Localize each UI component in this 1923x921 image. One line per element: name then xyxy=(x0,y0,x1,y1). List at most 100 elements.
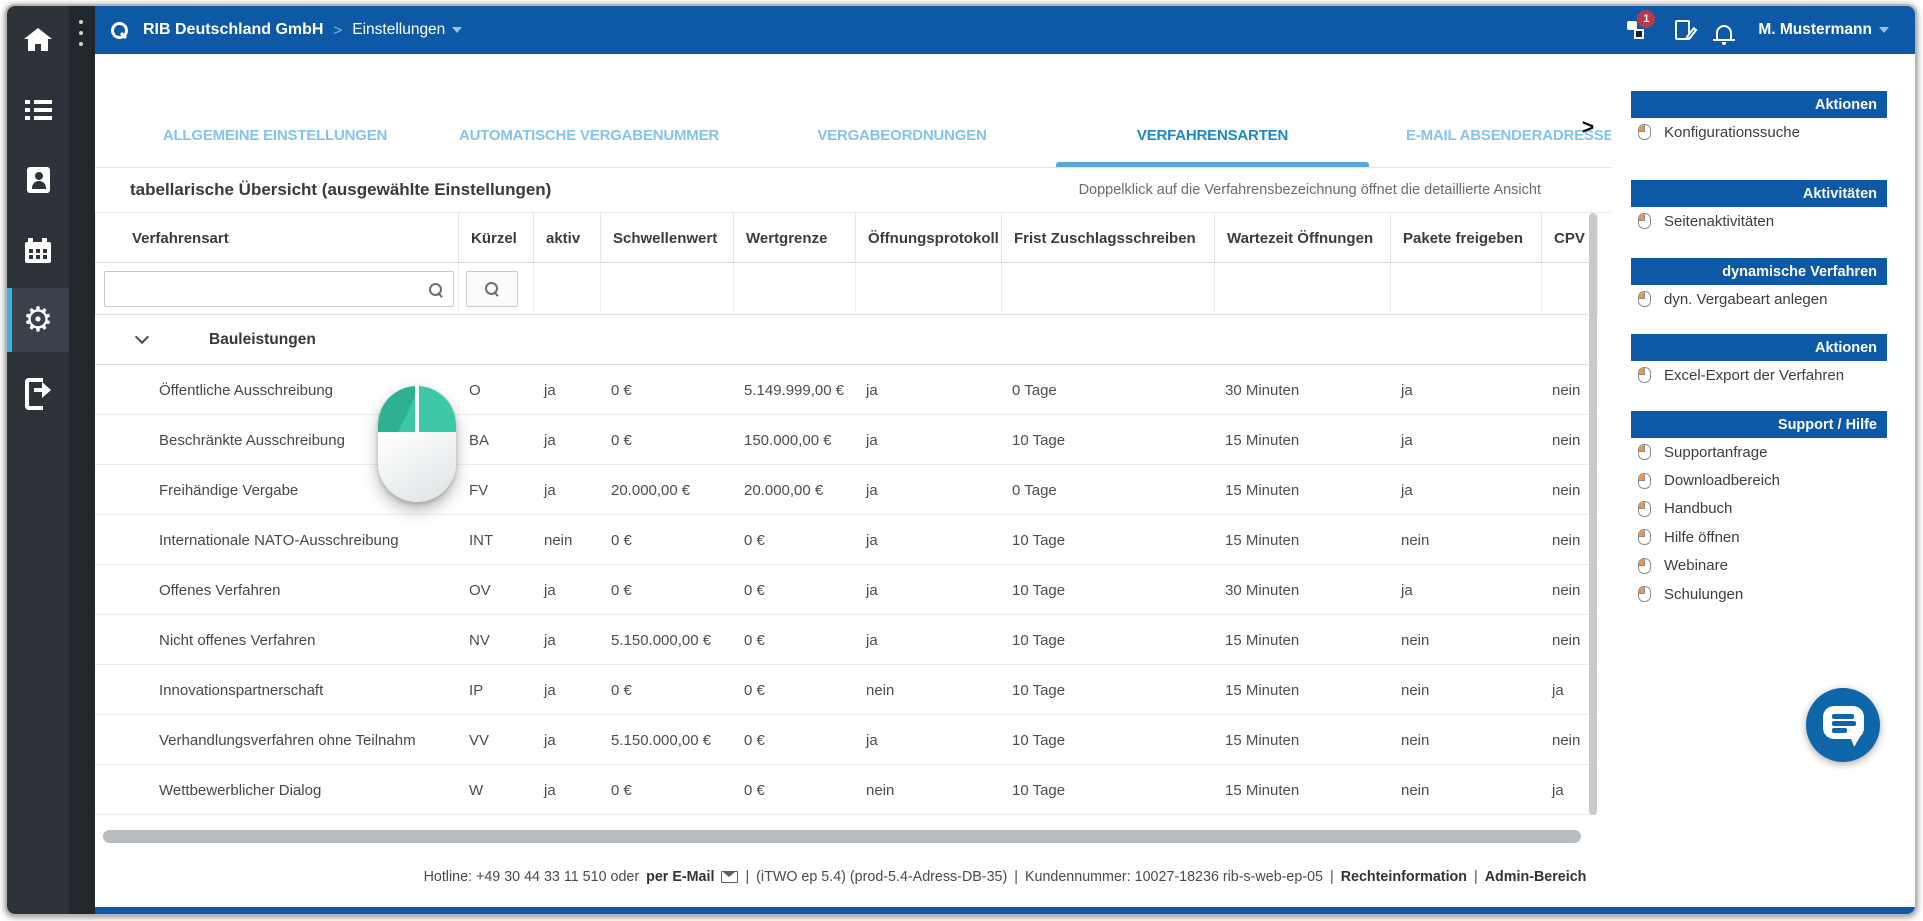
cell-verfahrensart: Wettbewerblicher Dialog xyxy=(159,781,322,799)
sidebar-strip xyxy=(69,6,95,914)
panel-item-label: Konfigurationssuche xyxy=(1664,123,1800,141)
home-icon xyxy=(24,28,52,52)
cell-öffnungsprotokoll: ja xyxy=(866,381,878,399)
footer-link-per-e-mail[interactable]: per E-Mail xyxy=(646,869,714,885)
chat-button[interactable] xyxy=(1806,688,1880,762)
cell-kürzel: IP xyxy=(469,681,484,699)
tab-scroll-right-arrow[interactable]: > xyxy=(1575,114,1601,144)
panel-item-dyn-vergabeart-anlegen[interactable]: dyn. Vergabeart anlegen xyxy=(1631,285,1887,313)
verfahrensart-filter-field[interactable] xyxy=(113,276,413,302)
footer-link-admin-bereich[interactable]: Admin-Bereich xyxy=(1485,869,1587,885)
search-icon[interactable] xyxy=(429,283,443,297)
breadcrumb-caret-icon[interactable] xyxy=(452,27,463,33)
filter-cell-pakete-freigeben xyxy=(1390,263,1541,315)
group-label: Bauleistungen xyxy=(209,330,316,348)
panel-item-label: Supportanfrage xyxy=(1664,443,1768,461)
filter-cell-wertgrenze xyxy=(733,263,855,315)
cell-pakete-freigeben: nein xyxy=(1401,531,1430,549)
sidebar: ⚙ xyxy=(7,6,69,914)
cell-pakete-freigeben: nein xyxy=(1401,681,1430,699)
panel-item-downloadbereich[interactable]: Downloadbereich xyxy=(1631,466,1887,494)
tab-automatische-vergabenummer[interactable]: AUTOMATISCHE VERGABENUMMER xyxy=(459,102,719,167)
panel-item-excel-export-der-verfahren[interactable]: Excel-Export der Verfahren xyxy=(1631,361,1887,389)
email-icon xyxy=(721,871,739,883)
kebab-menu-icon[interactable] xyxy=(79,20,84,53)
sidebar-item-list[interactable] xyxy=(7,78,69,142)
footer-link-rechteinformation[interactable]: Rechteinformation xyxy=(1341,869,1467,885)
cell-verfahrensart: Internationale NATO-Ausschreibung xyxy=(159,531,399,549)
sidebar-item-settings[interactable]: ⚙ xyxy=(7,288,69,352)
cell-öffnungsprotokoll: ja xyxy=(866,531,878,549)
table-title-row: tabellarische Übersicht (ausgewählte Ein… xyxy=(95,168,1611,213)
feedback-note-icon[interactable] xyxy=(1675,20,1698,41)
panel-item-label: Hilfe öffnen xyxy=(1664,528,1740,546)
cell-pakete-freigeben: nein xyxy=(1401,781,1430,799)
panel-item-webinare[interactable]: Webinare xyxy=(1631,552,1887,580)
kuerzel-filter-button[interactable] xyxy=(466,271,518,307)
address-book-icon xyxy=(26,167,50,193)
user-caret-icon xyxy=(1879,26,1889,33)
chevron-down-icon[interactable] xyxy=(134,329,150,344)
footer-text: | xyxy=(1014,869,1018,885)
cell-aktiv: ja xyxy=(544,781,556,799)
panel-item-supportanfrage[interactable]: Supportanfrage xyxy=(1631,438,1887,466)
table-body: Öffentliche Ausschreibung Oja 0 €5.149.999… xyxy=(95,365,1598,815)
tab-bar: ALLGEMEINE EINSTELLUNGEN AUTOMATISCHE VER… xyxy=(95,102,1611,168)
table-row-beschränkte-ausschreibung[interactable]: Beschränkte Ausschreibung BA ja 0 €150.000,… xyxy=(95,415,1598,465)
tab-vergabeordnungen[interactable]: VERGABEORDNUNGEN xyxy=(777,102,1027,167)
cell-wartezeit-öffnungen: 15 Minuten xyxy=(1225,481,1300,499)
cell-öffnungsprotokoll: ja xyxy=(866,631,878,649)
table-row-nicht-offenes-verfahren[interactable]: Nicht offenes Verfahren NV ja 5.150.000,00 … xyxy=(95,615,1598,665)
cell-schwellenwert: 5.150.000,00 € xyxy=(611,631,712,649)
cell-schwellenwert: 0 € xyxy=(611,531,632,549)
panel-item-seitenaktivitäten[interactable]: Seitenaktivitäten xyxy=(1631,207,1887,235)
apps-icon[interactable]: 1 xyxy=(1627,10,1656,41)
search-icon xyxy=(485,282,499,296)
verfahrensart-filter-input[interactable] xyxy=(104,271,454,307)
vertical-scrollbar[interactable] xyxy=(1589,213,1597,815)
breadcrumb-current[interactable]: Einstellungen xyxy=(352,21,445,39)
footer-text: | xyxy=(1329,869,1334,885)
sidebar-item-calendar[interactable] xyxy=(7,218,69,282)
tab-verfahrensarten[interactable]: VERFAHRENSARTEN xyxy=(1056,102,1369,167)
panel-item-label: Excel-Export der Verfahren xyxy=(1664,366,1845,384)
column-header-wartezeit-öffnungen: Wartezeit Öffnungen xyxy=(1214,213,1390,263)
user-menu[interactable]: M. Mustermann xyxy=(1758,21,1889,39)
table-row-verhandlungsverfahren-ohne-teilnahm[interactable]: Verhandlungsverfahren ohne Teilnahm VV ja 5… xyxy=(95,715,1598,765)
table-header-row: Verfahrensart Kürzel aktiv Schwellenwert Wer… xyxy=(95,213,1598,263)
table-row-offenes-verfahren[interactable]: Offenes Verfahren OV ja 0 € 0 € ja 10 Tage 30 M… xyxy=(95,565,1598,615)
cell-verfahrensart: Nicht offenes Verfahren xyxy=(159,631,316,649)
sidebar-item-home[interactable] xyxy=(7,8,69,72)
tab-allgemeine-einstellungen[interactable]: ALLGEMEINE EINSTELLUNGEN xyxy=(150,102,400,167)
cell-kürzel: FV xyxy=(469,481,489,499)
cell-aktiv: ja xyxy=(544,631,556,649)
cell-aktiv: ja xyxy=(544,431,556,449)
panel-item-schulungen[interactable]: Schulungen xyxy=(1631,580,1887,608)
panel-item-konfigurationssuche[interactable]: Konfigurationssuche xyxy=(1631,118,1887,146)
cell-verfahrensart: Verhandlungsverfahren ohne Teilnahm xyxy=(159,731,416,749)
table-row-internationale-nato-ausschreibung[interactable]: Internationale NATO-Ausschreibung INT nein… xyxy=(95,515,1598,565)
cell-pakete-freigeben: ja xyxy=(1401,481,1413,499)
table-row-wettbewerblicher-dialog[interactable]: Wettbewerblicher Dialog Wja 0 € 0 € nein 10 T… xyxy=(95,765,1598,815)
panel-item-hilfe-öffnen[interactable]: Hilfe öffnen xyxy=(1631,523,1887,551)
bell-icon[interactable] xyxy=(1713,24,1736,45)
notification-badge: 1 xyxy=(1637,10,1656,28)
panel-item-label: Handbuch xyxy=(1664,500,1733,518)
sidebar-item-logout[interactable] xyxy=(7,358,69,422)
table-row-freihändige-vergabe[interactable]: Freihändige Vergabe FV ja 20.000,00 €20.000… xyxy=(95,465,1598,515)
group-row-bauleistungen[interactable]: Bauleistungen xyxy=(95,315,1598,365)
cell-aktiv: ja xyxy=(544,681,556,699)
table-filter-row xyxy=(95,263,1598,315)
cell-kürzel: O xyxy=(469,381,481,399)
column-header-öffnungsprotokoll: Öffnungsprotokoll xyxy=(855,213,1001,263)
cell-wartezeit-öffnungen: 15 Minuten xyxy=(1225,781,1300,799)
table-row-innovationspartnerschaft[interactable]: Innovationspartnerschaft IP ja 0 € 0 € nein 10… xyxy=(95,665,1598,715)
cell-wartezeit-öffnungen: 15 Minuten xyxy=(1225,681,1300,699)
main-content: ALLGEMEINE EINSTELLUNGEN AUTOMATISCHE VER… xyxy=(95,54,1915,914)
sidebar-item-contacts[interactable] xyxy=(7,148,69,212)
horizontal-scrollbar[interactable] xyxy=(103,830,1581,843)
panel-item-handbuch[interactable]: Handbuch xyxy=(1631,495,1887,523)
search-icon[interactable] xyxy=(111,22,128,39)
table-row-öffentliche-ausschreibung[interactable]: Öffentliche Ausschreibung Oja 0 €5.149.999… xyxy=(95,365,1598,415)
filter-cell-schwellenwert xyxy=(600,263,733,315)
